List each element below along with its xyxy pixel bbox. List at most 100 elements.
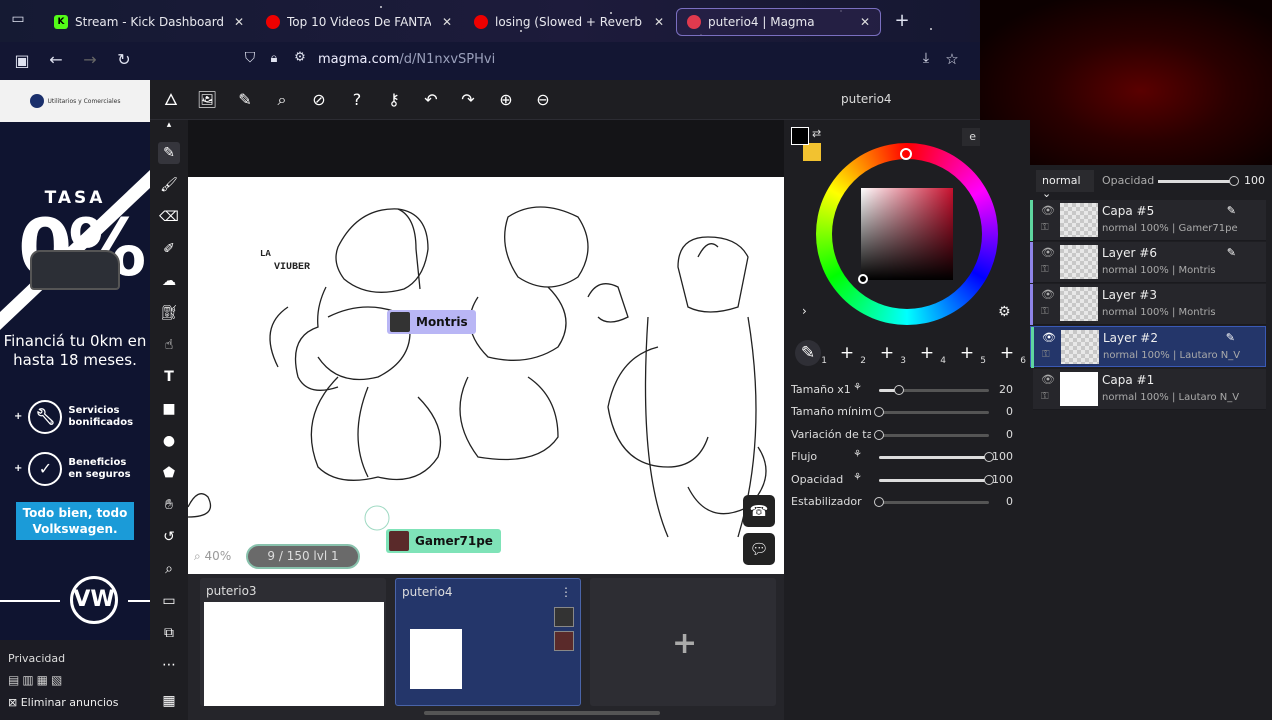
image-icon[interactable]: 🖼︎ xyxy=(196,89,218,111)
color-wheel[interactable] xyxy=(816,143,998,325)
layer-row[interactable]: 👁︎ ⚿ Layer #2 normal 100% | Lautaro N_V ✎ xyxy=(1030,326,1266,368)
eraser-tool[interactable]: ⌫ xyxy=(158,206,180,228)
brush-property-slider[interactable] xyxy=(874,407,989,417)
layer-lock-icon[interactable]: ⚿ xyxy=(1041,222,1049,233)
color-hex-field[interactable]: e xyxy=(962,128,980,146)
back-button[interactable]: ← xyxy=(44,50,68,69)
tab-list-icon[interactable]: ▭ xyxy=(6,11,30,27)
download-icon[interactable]: ⤓ xyxy=(914,50,938,66)
new-tab-button[interactable]: + xyxy=(890,10,914,31)
brush-slot-2[interactable]: +2 xyxy=(834,340,866,366)
visibility-eye-icon[interactable]: 👁︎ xyxy=(1041,204,1055,217)
hue-picker-handle[interactable] xyxy=(900,148,912,160)
remove-ads-link[interactable]: ⊠ Eliminar anuncios xyxy=(8,696,119,709)
brush-slot-6[interactable]: +6 xyxy=(994,340,1026,366)
brush-property-slider[interactable] xyxy=(879,385,989,395)
layer-lock-icon[interactable]: ⚿ xyxy=(1042,349,1050,360)
url-bar[interactable]: magma.com/d/N1nxvSPHvi xyxy=(318,52,495,67)
secondary-color-swatch[interactable] xyxy=(803,143,821,161)
slider-knob[interactable] xyxy=(893,385,904,395)
filmstrip-icon[interactable]: ▦ xyxy=(158,690,180,712)
visibility-eye-icon[interactable]: 👁︎ xyxy=(1042,331,1056,344)
pressure-toggle-icon[interactable]: ⚘ xyxy=(853,382,862,393)
zoom-in-icon[interactable]: ⊕ xyxy=(495,89,517,111)
ellipse-tool[interactable]: ● xyxy=(158,430,180,452)
brush-slot-4[interactable]: +4 xyxy=(914,340,946,366)
document-card-puterio4[interactable]: puterio4 ⋮ xyxy=(395,578,581,706)
slider-knob[interactable] xyxy=(874,430,884,440)
brush-slot-3[interactable]: +3 xyxy=(874,340,906,366)
document-card-puterio3[interactable]: puterio3 xyxy=(200,578,386,706)
brush-property-slider[interactable] xyxy=(879,452,994,462)
blend-mode-select[interactable]: normal ⌄ xyxy=(1036,170,1094,200)
lock-icon[interactable]: 🔒︎ xyxy=(262,51,286,66)
brush-property-slider[interactable] xyxy=(879,475,994,485)
permissions-icon[interactable]: ⚙ xyxy=(288,50,312,65)
pressure-toggle-icon[interactable]: ⚘ xyxy=(853,449,862,460)
shape-tool[interactable]: ⬟ xyxy=(158,462,180,484)
drawing-canvas[interactable]: LA VIUBER xyxy=(188,177,784,574)
pencil-tool[interactable]: ✎ xyxy=(158,142,180,164)
brush-property-slider[interactable] xyxy=(874,430,989,440)
primary-color-swatch[interactable] xyxy=(791,127,809,145)
fill-tool[interactable]: ⛽︎ xyxy=(158,302,180,324)
layout-icons[interactable]: ▤▥▦▧ xyxy=(8,673,65,687)
rectangle-tool[interactable]: ■ xyxy=(158,398,180,420)
new-document-card[interactable]: + xyxy=(590,578,776,706)
close-tab-icon[interactable]: ✕ xyxy=(860,15,870,29)
reload-button[interactable]: ↻ xyxy=(112,50,136,69)
expand-arrow-icon[interactable]: › xyxy=(802,304,807,318)
eraser-icon[interactable]: ⊘ xyxy=(308,89,330,111)
zoom-out-icon[interactable]: ⊖ xyxy=(532,89,554,111)
layer-lock-icon[interactable]: ⚿ xyxy=(1041,306,1049,317)
close-tab-icon[interactable]: ✕ xyxy=(234,15,244,29)
ad-cta[interactable]: Todo bien, todo Volkswagen. xyxy=(16,502,134,540)
call-button[interactable]: ☎︎ xyxy=(743,495,775,527)
tab-kick[interactable]: K Stream - Kick Dashboard ✕ xyxy=(44,8,254,36)
tab-magma[interactable]: puterio4 | Magma ✕ xyxy=(676,8,881,36)
redo-icon[interactable]: ↷ xyxy=(457,89,479,111)
crop-tool[interactable]: ⧉ xyxy=(158,622,180,644)
documents-scrollbar[interactable] xyxy=(424,711,660,715)
visibility-eye-icon[interactable]: 👁︎ xyxy=(1041,288,1055,301)
more-tools-icon[interactable]: ⋯ xyxy=(158,654,180,676)
scroll-up-icon[interactable]: ▴ xyxy=(158,120,180,130)
blur-tool[interactable]: ☁ xyxy=(158,270,180,292)
bookmark-star-icon[interactable]: ☆ xyxy=(940,50,964,68)
layer-row[interactable]: 👁︎ ⚿ Capa #5 normal 100% | Gamer71pe ✎ xyxy=(1030,200,1266,241)
visibility-eye-icon[interactable]: 👁︎ xyxy=(1041,373,1055,386)
slider-knob[interactable] xyxy=(874,497,884,507)
chat-button[interactable]: 💬︎ xyxy=(743,533,775,565)
magma-logo-icon[interactable]: 🜂 xyxy=(160,89,182,111)
brush-slot-5[interactable]: +5 xyxy=(954,340,986,366)
visibility-eye-icon[interactable]: 👁︎ xyxy=(1041,246,1055,259)
close-tab-icon[interactable]: ✕ xyxy=(654,15,664,29)
help-icon[interactable]: ? xyxy=(346,89,368,111)
undo-icon[interactable]: ↶ xyxy=(420,89,442,111)
sidebar-toggle-icon[interactable]: ▣ xyxy=(10,51,34,70)
privacy-link[interactable]: Privacidad xyxy=(8,652,65,665)
frame-indicator[interactable]: 9 / 150 lvl 1 xyxy=(246,544,360,569)
eyedropper-tool[interactable]: ✐ xyxy=(158,238,180,260)
document-menu-icon[interactable]: ⋮ xyxy=(560,585,572,599)
brush-slot-1[interactable]: ✎ 1 xyxy=(795,340,827,366)
tab-youtube-2[interactable]: losing (Slowed + Reverb) - You ✕ xyxy=(464,8,674,36)
layer-lock-icon[interactable]: ⚿ xyxy=(1041,264,1049,275)
text-tool[interactable]: T xyxy=(158,366,180,388)
rotate-tool[interactable]: ↺ xyxy=(158,526,180,548)
layer-row[interactable]: 👁︎ ⚿ Layer #3 normal 100% | Montris xyxy=(1030,284,1266,325)
layer-opacity-slider[interactable] xyxy=(1158,176,1239,186)
ad-banner[interactable]: Utilitarios y Comerciales TASA 0% Financ… xyxy=(0,80,150,720)
brush-tool[interactable]: 🖌︎ xyxy=(158,174,180,196)
comment-tool[interactable]: ▭ xyxy=(158,590,180,612)
zoom-tool[interactable]: ⌕ xyxy=(158,558,180,580)
brush-property-slider[interactable] xyxy=(874,497,989,507)
saturation-value-square[interactable] xyxy=(861,188,953,280)
layer-row[interactable]: 👁︎ ⚿ Layer #6 normal 100% | Montris ✎ xyxy=(1030,242,1266,283)
search-icon[interactable]: ⌕ xyxy=(271,89,293,111)
smudge-tool[interactable]: ☝ xyxy=(158,334,180,356)
key-icon[interactable]: ⚷ xyxy=(383,89,405,111)
hand-tool[interactable]: ✋︎ xyxy=(158,494,180,516)
slider-knob[interactable] xyxy=(874,407,884,417)
layer-opacity-knob[interactable] xyxy=(1229,176,1239,186)
